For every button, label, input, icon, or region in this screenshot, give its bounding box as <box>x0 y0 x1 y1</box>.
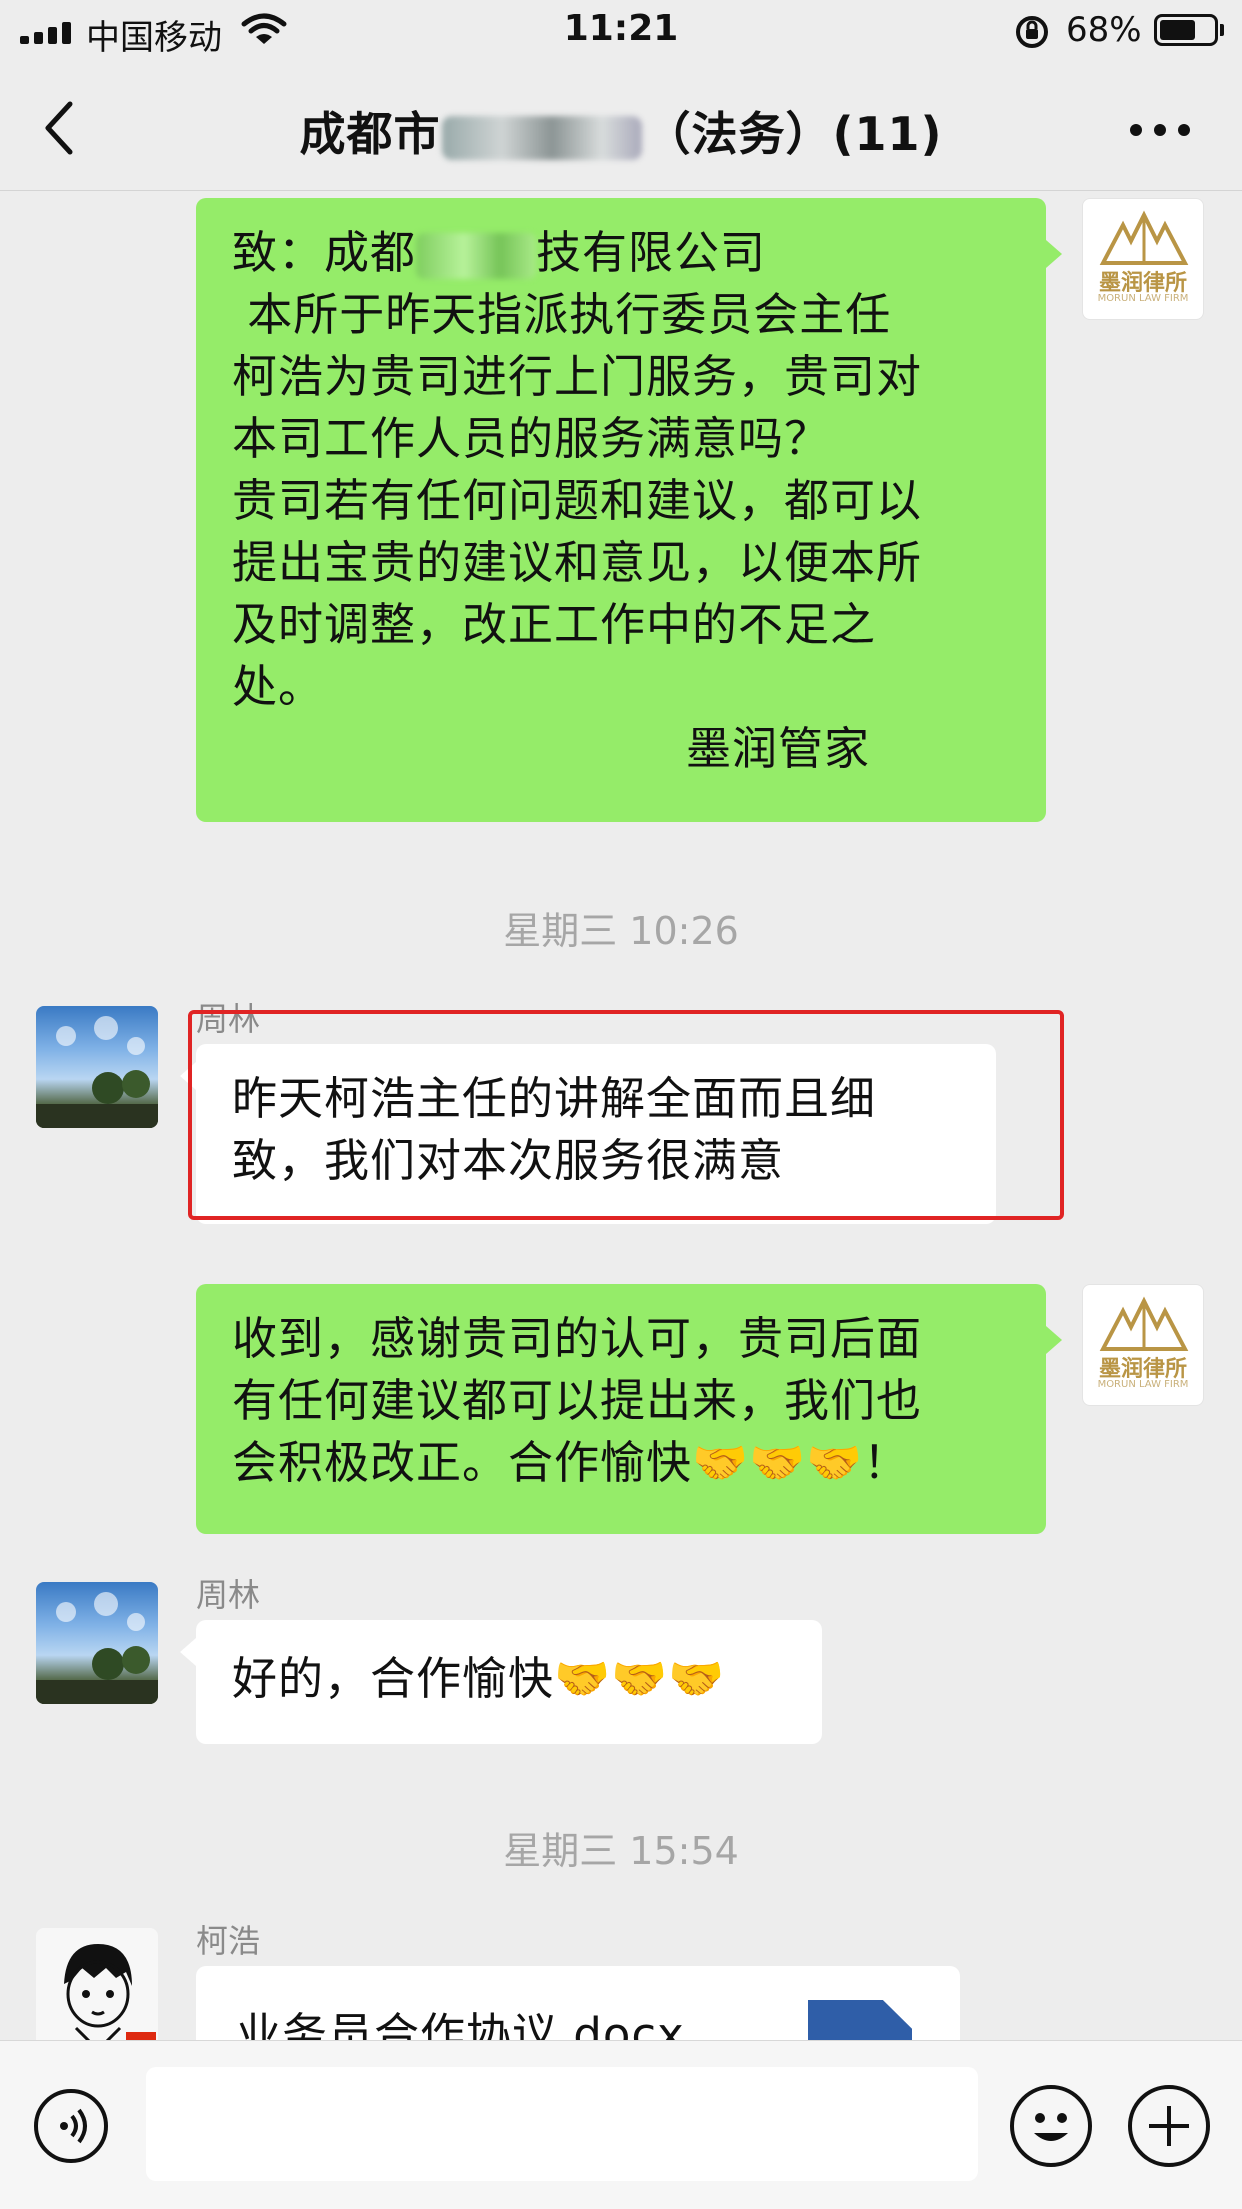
redacted-blur <box>442 115 643 160</box>
avatar-kehao[interactable] <box>36 1928 158 2040</box>
avatar-zhoulin[interactable] <box>36 1006 158 1128</box>
message-line: 及时调整，改正工作中的不足之 <box>232 598 877 651</box>
message-line: 会积极改正。合作愉快🤝🤝🤝！ <box>232 1436 910 1489</box>
avatar-zhoulin[interactable] <box>36 1582 158 1704</box>
message-bubble-outgoing[interactable]: 致：成都 技有限公司 本所于昨天指派执行委员会主任 柯浩为贵司进行上门服务，贵司对… <box>196 198 1046 822</box>
message-line: 处。 <box>232 660 325 713</box>
message-line: 收到，感谢贵司的认可，贵司后面 <box>232 1312 923 1365</box>
input-bar <box>0 2040 1242 2209</box>
message-line: 本司工作人员的服务满意吗？ <box>232 412 831 465</box>
cartoon-face-icon <box>64 1944 156 2040</box>
chat-title-suffix: （法务）(11) <box>644 107 943 161</box>
word-document-icon <box>808 2000 912 2040</box>
voice-icon[interactable] <box>34 2089 108 2163</box>
file-message-card[interactable]: 业务员合作协议.docx <box>196 1966 960 2040</box>
avatar-law-firm[interactable]: 墨润律所 MORUN LAW FIRM <box>1082 198 1204 320</box>
chat-title: 成都市 （法务）(11) <box>0 98 1242 164</box>
battery-percent: 68% <box>1066 10 1142 50</box>
battery-tip <box>1220 24 1224 36</box>
tree-icon <box>36 1016 158 1128</box>
message-line: 柯浩为贵司进行上门服务，贵司对 <box>232 350 923 403</box>
law-firm-sub: MORUN LAW FIRM <box>1097 293 1189 304</box>
status-time: 11:21 <box>563 8 679 49</box>
message-line: 本所于昨天指派执行委员会主任 <box>232 288 892 341</box>
emoji-icon[interactable] <box>1010 2085 1092 2167</box>
message-line: 贵司若有任何问题和建议，都可以 <box>232 474 923 527</box>
message-line: 提出宝贵的建议和意见，以便本所 <box>232 536 923 589</box>
highlight-box <box>188 1010 1064 1220</box>
law-firm-logo-icon <box>1099 210 1189 265</box>
message-line: 好的，合作愉快🤝🤝🤝 <box>232 1652 726 1705</box>
message-signature: 墨润管家 <box>685 722 870 775</box>
status-bar: 中国移动 11:21 68% <box>0 0 1242 62</box>
message-bubble-incoming[interactable]: 好的，合作愉快🤝🤝🤝 <box>196 1620 822 1744</box>
more-icon[interactable] <box>1130 124 1190 140</box>
rotation-lock-icon <box>1016 16 1048 48</box>
chat-area[interactable]: 致：成都 技有限公司 本所于昨天指派执行委员会主任 柯浩为贵司进行上门服务，贵司对… <box>0 190 1242 2040</box>
message-bubble-outgoing[interactable]: 收到，感谢贵司的认可，贵司后面 有任何建议都可以提出来，我们也 会积极改正。合作… <box>196 1284 1046 1534</box>
message-line: 致：成都 技有限公司 <box>232 226 767 279</box>
law-firm-sub: MORUN LAW FIRM <box>1097 1379 1189 1390</box>
plus-icon[interactable] <box>1128 2085 1210 2167</box>
sender-name: 周林 <box>196 1576 261 1614</box>
redacted-blur <box>416 233 537 279</box>
battery-fill <box>1160 20 1195 40</box>
file-name: 业务员合作协议.docx <box>236 2008 685 2040</box>
timestamp: 星期三 15:54 <box>503 1829 739 1873</box>
chat-title-prefix: 成都市 <box>299 107 441 161</box>
bubble-tail <box>1046 1326 1062 1354</box>
message-input[interactable] <box>146 2067 978 2181</box>
battery-icon <box>1154 14 1218 46</box>
timestamp: 星期三 10:26 <box>503 909 739 953</box>
avatar-law-firm[interactable]: 墨润律所 MORUN LAW FIRM <box>1082 1284 1204 1406</box>
sender-name: 柯浩 <box>196 1922 261 1960</box>
message-line: 有任何建议都可以提出来，我们也 <box>232 1374 923 1427</box>
nav-bar: 成都市 （法务）(11) <box>0 62 1242 191</box>
tree-icon <box>36 1592 158 1704</box>
bubble-tail <box>1046 240 1062 268</box>
bubble-tail <box>180 1638 196 1666</box>
law-firm-logo-icon <box>1099 1296 1189 1351</box>
